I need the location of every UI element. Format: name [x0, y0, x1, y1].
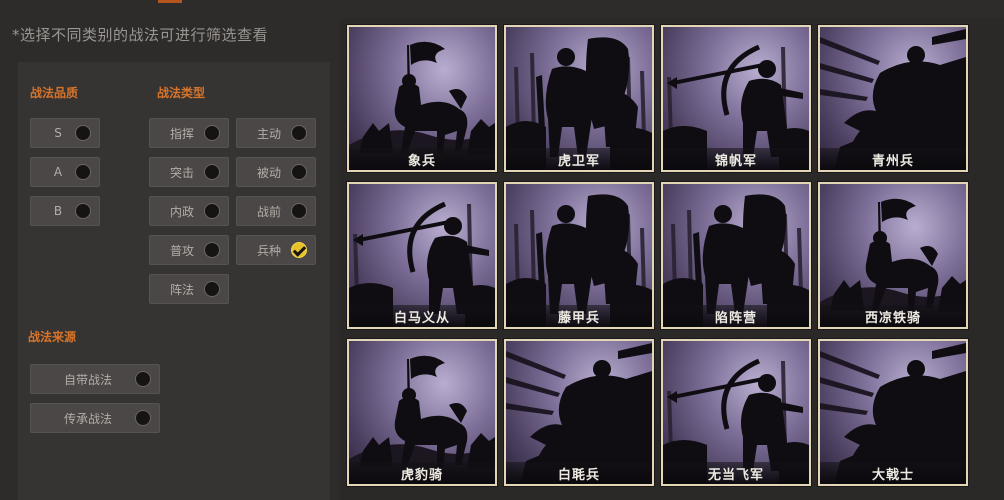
- card-name-bar: 大戟士: [820, 462, 966, 484]
- radio-indicator: [204, 281, 220, 297]
- tactic-card[interactable]: 大戟士: [818, 339, 968, 486]
- type-section-title: 战法类型: [157, 86, 206, 100]
- card-name-bar: 青州兵: [820, 148, 966, 170]
- tactic-card[interactable]: 象兵: [347, 25, 497, 172]
- type-option-normal-attack[interactable]: 普攻: [149, 235, 229, 265]
- quality-option-s[interactable]: S: [30, 118, 100, 148]
- type-option-active[interactable]: 主动: [236, 118, 316, 148]
- card-name: 虎卫军: [557, 153, 600, 169]
- radio-indicator: [135, 410, 151, 426]
- radio-indicator: [291, 125, 307, 141]
- type-option-internal[interactable]: 内政: [149, 196, 229, 226]
- radio-indicator: [135, 371, 151, 387]
- tactic-card[interactable]: 藤甲兵: [504, 182, 654, 329]
- type-option-label: 指挥: [169, 126, 194, 141]
- card-name: 陷阵营: [714, 310, 757, 326]
- quality-option-label: S: [54, 126, 62, 140]
- tactic-card[interactable]: 西凉铁骑: [818, 182, 968, 329]
- source-section-title: 战法来源: [28, 330, 77, 344]
- card-name-bar: 虎卫军: [506, 148, 652, 170]
- card-name: 无当飞军: [707, 467, 764, 483]
- source-option-label: 传承战法: [63, 411, 112, 426]
- type-option-label: 突击: [169, 165, 194, 180]
- card-name: 青州兵: [871, 153, 914, 169]
- type-option-prebattle[interactable]: 战前: [236, 196, 316, 226]
- tactic-card[interactable]: 无当飞军: [661, 339, 811, 486]
- card-name: 西凉铁骑: [864, 310, 921, 326]
- filter-panel: 战法品质 战法类型 S A B 指挥 主动 突击 被动 内政 战前 普攻 兵种 …: [18, 62, 330, 500]
- tactic-card[interactable]: 陷阵营: [661, 182, 811, 329]
- card-name-bar: 虎豹骑: [349, 462, 495, 484]
- card-name: 藤甲兵: [557, 310, 600, 326]
- top-tab-indicator: [158, 0, 182, 3]
- type-option-formation[interactable]: 阵法: [149, 274, 229, 304]
- quality-option-label: A: [53, 165, 63, 179]
- radio-indicator: [75, 164, 91, 180]
- source-option-innate[interactable]: 自带战法: [30, 364, 160, 394]
- source-option-inherited[interactable]: 传承战法: [30, 403, 160, 433]
- card-name: 大戟士: [871, 467, 914, 483]
- filter-hint-text: *选择不同类别的战法可进行筛选查看: [12, 26, 269, 44]
- type-option-troop-type[interactable]: 兵种: [236, 235, 316, 265]
- card-name: 锦帆军: [714, 153, 757, 169]
- type-option-label: 阵法: [169, 282, 194, 297]
- type-option-passive[interactable]: 被动: [236, 157, 316, 187]
- tactic-card[interactable]: 青州兵: [818, 25, 968, 172]
- card-name-bar: 陷阵营: [663, 305, 809, 327]
- quality-section-title: 战法品质: [30, 86, 79, 100]
- card-name: 白毦兵: [557, 467, 600, 483]
- tactic-card[interactable]: 白马义从: [347, 182, 497, 329]
- tactic-card[interactable]: 白毦兵: [504, 339, 654, 486]
- card-name-bar: 白马义从: [349, 305, 495, 327]
- source-option-label: 自带战法: [63, 372, 112, 387]
- radio-indicator: [204, 164, 220, 180]
- type-option-command[interactable]: 指挥: [149, 118, 229, 148]
- quality-option-label: B: [53, 204, 63, 218]
- radio-indicator: [75, 203, 91, 219]
- card-name-bar: 锦帆军: [663, 148, 809, 170]
- card-name-bar: 藤甲兵: [506, 305, 652, 327]
- type-option-label: 主动: [256, 126, 281, 141]
- card-name: 白马义从: [393, 310, 450, 326]
- type-option-label: 内政: [169, 204, 194, 219]
- card-name-bar: 无当飞军: [663, 462, 809, 484]
- radio-indicator: [75, 125, 91, 141]
- card-name: 象兵: [407, 153, 436, 169]
- quality-option-a[interactable]: A: [30, 157, 100, 187]
- card-name-bar: 白毦兵: [506, 462, 652, 484]
- radio-indicator: [204, 125, 220, 141]
- type-option-label: 普攻: [169, 243, 194, 258]
- type-option-assault[interactable]: 突击: [149, 157, 229, 187]
- radio-indicator: [204, 203, 220, 219]
- radio-indicator: [291, 203, 307, 219]
- checkmark-icon: [291, 242, 307, 258]
- quality-option-b[interactable]: B: [30, 196, 100, 226]
- radio-indicator: [204, 242, 220, 258]
- card-name-bar: 西凉铁骑: [820, 305, 966, 327]
- type-option-label: 被动: [256, 165, 281, 180]
- radio-indicator: [291, 164, 307, 180]
- card-name-bar: 象兵: [349, 148, 495, 170]
- card-name: 虎豹骑: [400, 467, 443, 483]
- type-option-label: 战前: [256, 204, 281, 219]
- tactic-card[interactable]: 锦帆军: [661, 25, 811, 172]
- tactic-card[interactable]: 虎豹骑: [347, 339, 497, 486]
- type-option-label: 兵种: [256, 243, 281, 258]
- tactic-card[interactable]: 虎卫军: [504, 25, 654, 172]
